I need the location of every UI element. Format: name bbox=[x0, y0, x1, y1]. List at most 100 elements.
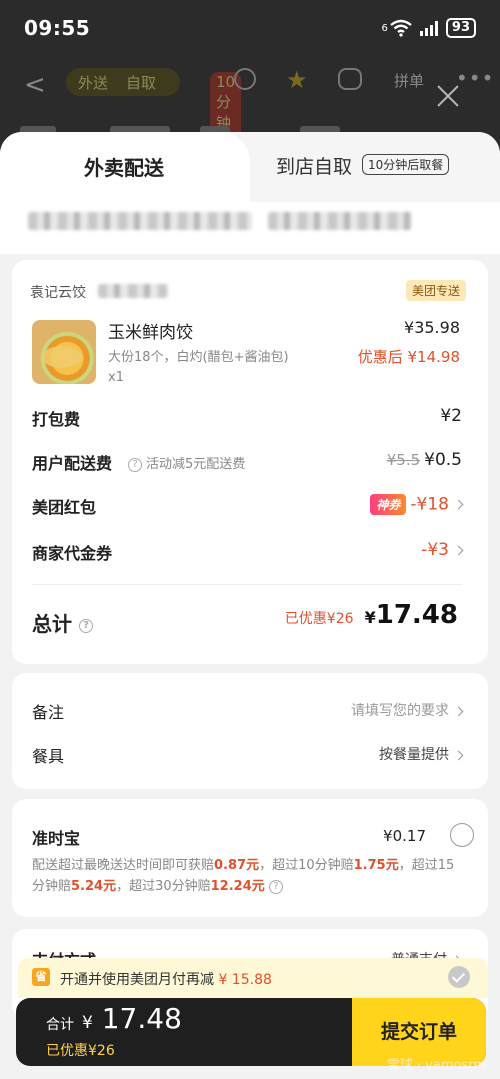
packing-fee-row: 打包费 ¥2 bbox=[32, 406, 462, 434]
delivery-type-tag: 美团专送 bbox=[405, 280, 466, 301]
merchant-voucher-row[interactable]: 商家代金券 -¥3 bbox=[32, 540, 464, 568]
group-order-button[interactable]: 拼单 bbox=[394, 70, 424, 91]
close-icon[interactable] bbox=[434, 82, 462, 110]
chat-icon[interactable] bbox=[338, 68, 362, 90]
desc-amount: 0.87元 bbox=[214, 858, 260, 873]
merchant-voucher-value: -¥3 bbox=[421, 540, 449, 560]
promo-checkbox[interactable] bbox=[448, 966, 470, 988]
delivery-fee-value: ¥0.5 bbox=[424, 450, 462, 470]
remark-placeholder: 请填写您的要求 bbox=[351, 703, 449, 719]
red-packet-value: -¥18 bbox=[410, 494, 449, 515]
product-price: ¥35.98 bbox=[404, 318, 460, 337]
seg-delivery[interactable]: 外送 bbox=[78, 72, 108, 93]
desc-amount: 12.24元 bbox=[210, 879, 265, 894]
ontime-guarantee-radio[interactable] bbox=[450, 823, 474, 847]
ontime-guarantee-price: ¥0.17 bbox=[383, 827, 426, 845]
chevron-right-icon bbox=[453, 750, 464, 760]
store-name[interactable]: 袁记云饺 bbox=[30, 282, 86, 302]
order-sheet: 到店自取 10分钟后取餐 外卖配送 袁记云饺 美团专送 玉米鲜肉饺 大份18个，… bbox=[0, 132, 500, 1079]
help-icon[interactable]: ? bbox=[78, 618, 93, 633]
desc-text: ，超过10分钟赔 bbox=[259, 858, 354, 873]
search-icon[interactable] bbox=[234, 68, 256, 90]
favorite-icon[interactable]: ★ bbox=[286, 66, 308, 94]
tableware-label: 餐具 bbox=[32, 747, 65, 766]
wifi-icon bbox=[390, 19, 412, 37]
store-name-blurred bbox=[98, 284, 168, 298]
save-icon: 省 bbox=[32, 968, 50, 986]
product-image bbox=[32, 320, 96, 384]
ontime-guarantee-desc: 配送超过最晚送达时间即可获赔0.87元，超过10分钟赔1.75元，超过15分钟赔… bbox=[32, 855, 464, 897]
seg-pickup[interactable]: 自取 bbox=[126, 72, 156, 93]
checkout-currency: ¥ bbox=[82, 1013, 93, 1033]
delivery-fee-row: 用户配送费 ? 活动减5元配送费 ¥5.5 ¥0.5 bbox=[32, 450, 462, 478]
monthly-pay-promo[interactable]: 省 开通并使用美团月付再减 ¥ 15.88 bbox=[18, 958, 488, 998]
mode-switch[interactable]: 外送 自取 10分钟后取餐 bbox=[66, 68, 242, 197]
delivery-fee-original: ¥5.5 bbox=[386, 451, 421, 469]
red-packet-label: 美团红包 bbox=[32, 498, 97, 517]
desc-text: ，超过30分钟赔 bbox=[116, 879, 211, 894]
checkout-total-label: 合计 bbox=[46, 1017, 74, 1033]
delivery-fee-label: 用户配送费 bbox=[32, 454, 113, 473]
product-discounted-price: 优惠后 ¥14.98 bbox=[357, 348, 460, 366]
red-packet-value-group[interactable]: 神券 -¥18 bbox=[370, 494, 464, 515]
remark-label: 备注 bbox=[32, 703, 65, 722]
back-icon[interactable]: < bbox=[24, 70, 46, 100]
product-name: 玉米鲜肉饺 bbox=[108, 323, 193, 343]
merchant-voucher-value-group[interactable]: -¥3 bbox=[421, 540, 464, 560]
clock: 09:55 bbox=[24, 16, 91, 40]
tableware-value: 按餐量提供 bbox=[379, 747, 449, 763]
ontime-guarantee-label: 准时宝 bbox=[32, 829, 81, 848]
tab-delivery[interactable]: 外卖配送 bbox=[0, 132, 250, 202]
tableware-value-group[interactable]: 按餐量提供 bbox=[379, 744, 464, 764]
watermark: 雪球 · vamosrm bbox=[386, 1058, 486, 1073]
total-value: 17.48 bbox=[375, 600, 458, 630]
total-value-group: 已优惠¥26 ¥17.48 bbox=[285, 600, 458, 630]
promo-text-group: 开通并使用美团月付再减 ¥ 15.88 bbox=[60, 969, 272, 989]
packing-fee-label: 打包费 bbox=[32, 410, 81, 429]
status-bar: 09:55 6 93 bbox=[0, 0, 500, 56]
contact-blurred bbox=[268, 212, 412, 230]
remark-value-group[interactable]: 请填写您的要求 bbox=[351, 700, 464, 720]
order-card: 袁记云饺 美团专送 玉米鲜肉饺 大份18个，白灼(醋包+酱油包) x1 ¥35.… bbox=[12, 260, 488, 664]
delivery-fee-note[interactable]: ? 活动减5元配送费 bbox=[128, 453, 245, 472]
super-coupon-tag: 神券 bbox=[370, 494, 407, 515]
help-icon[interactable]: ? bbox=[268, 879, 283, 894]
chevron-right-icon bbox=[453, 706, 464, 716]
total-label: 总计 bbox=[32, 612, 72, 636]
delivery-fee-note-text: 活动减5元配送费 bbox=[146, 457, 246, 472]
checkout-total-amount: ¥ 17.48 bbox=[82, 1002, 182, 1035]
ontime-guarantee-card: 准时宝 ¥0.17 配送超过最晚送达时间即可获赔0.87元，超过10分钟赔1.7… bbox=[12, 799, 488, 917]
promo-amount: ¥ 15.88 bbox=[218, 972, 272, 988]
product-quantity: x1 bbox=[108, 370, 124, 385]
total-saved: 已优惠¥26 bbox=[284, 611, 354, 627]
address-row[interactable] bbox=[0, 202, 500, 254]
extras-card: 备注 请填写您的要求 餐具 按餐量提供 bbox=[12, 673, 488, 789]
checkout-saved: 已优惠¥26 bbox=[46, 1043, 115, 1059]
packing-fee-value: ¥2 bbox=[440, 406, 462, 426]
tableware-row[interactable]: 餐具 按餐量提供 bbox=[32, 743, 464, 767]
remark-row[interactable]: 备注 请填写您的要求 bbox=[32, 699, 464, 723]
chevron-right-icon bbox=[453, 545, 464, 555]
divider bbox=[32, 584, 462, 585]
desc-text: 配送超过最晚送达时间即可获赔 bbox=[32, 858, 215, 873]
status-icons: 6 93 bbox=[382, 18, 476, 38]
total-currency: ¥ bbox=[364, 608, 376, 627]
address-blurred bbox=[28, 212, 252, 230]
desc-amount: 5.24元 bbox=[71, 879, 117, 894]
checkout-total-value: 17.48 bbox=[101, 1002, 182, 1035]
tab-pickup-badge: 10分钟后取餐 bbox=[362, 154, 450, 175]
product-spec: 大份18个，白灼(醋包+酱油包) bbox=[108, 350, 289, 365]
signal-icon bbox=[419, 20, 438, 36]
promo-text: 开通并使用美团月付再减 bbox=[60, 972, 214, 988]
desc-amount: 1.75元 bbox=[353, 858, 399, 873]
battery-icon: 93 bbox=[445, 18, 476, 38]
merchant-voucher-label: 商家代金券 bbox=[32, 544, 113, 563]
total-amount: ¥17.48 bbox=[365, 600, 458, 630]
network-label: 6 bbox=[381, 22, 388, 34]
help-icon[interactable]: ? bbox=[128, 457, 142, 472]
delivery-fee-value-group: ¥5.5 ¥0.5 bbox=[387, 450, 462, 470]
red-packet-row[interactable]: 美团红包 神券 -¥18 bbox=[32, 494, 464, 522]
chevron-right-icon bbox=[453, 499, 464, 510]
tab-delivery-label: 外卖配送 bbox=[84, 156, 164, 180]
total-label-group: 总计 ? bbox=[32, 608, 97, 637]
